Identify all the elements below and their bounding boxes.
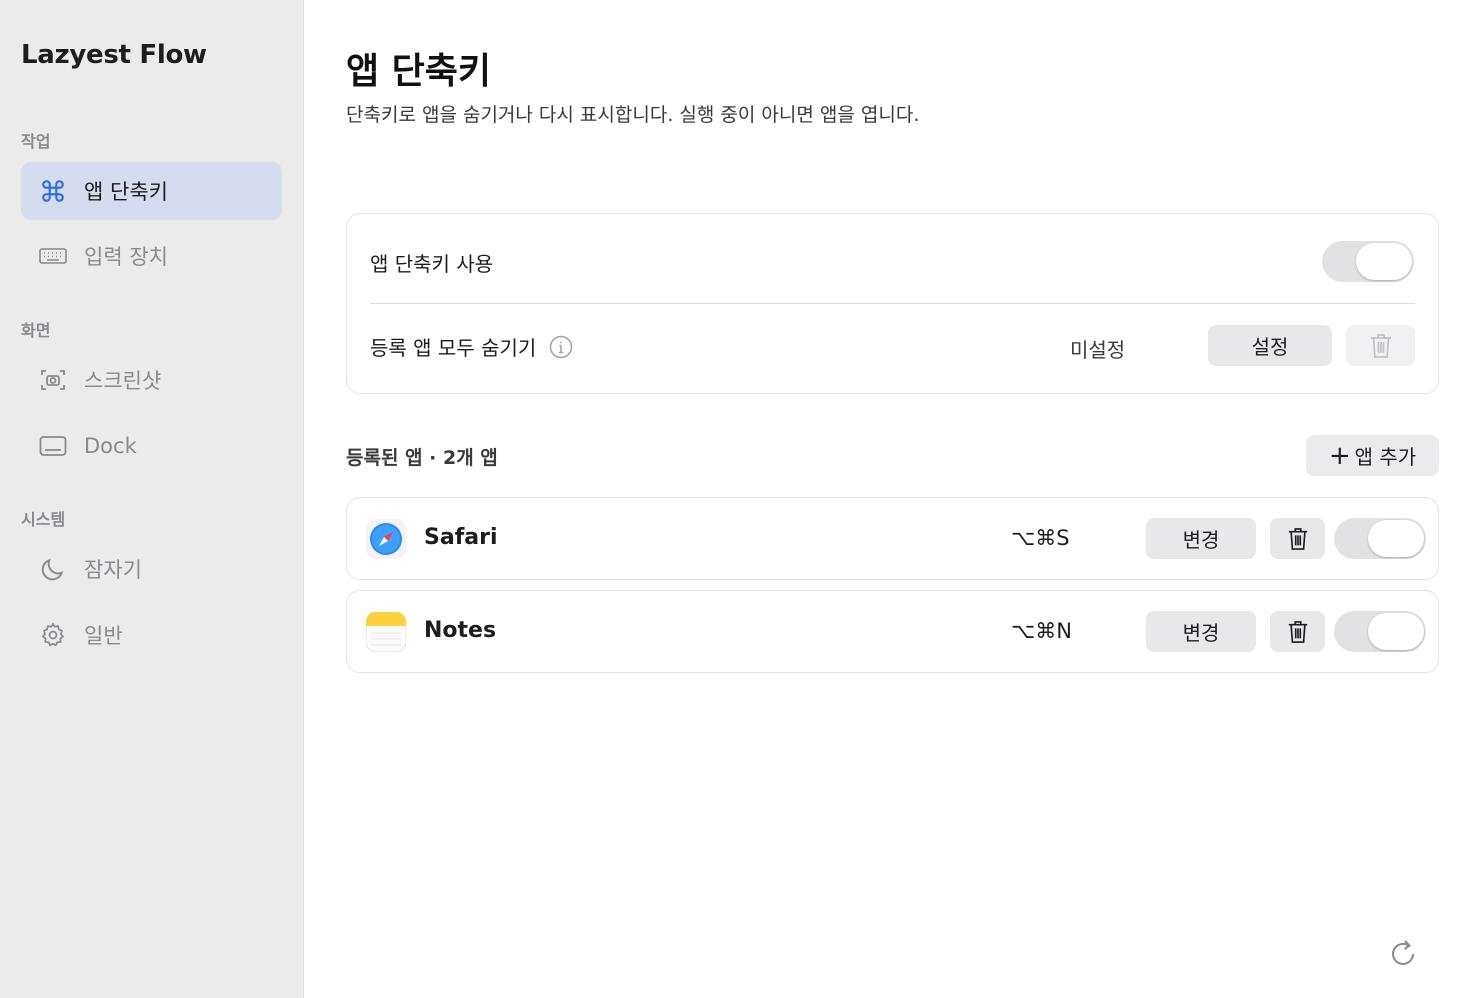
- sidebar-item-label: 앱 단축키: [84, 180, 168, 204]
- app-enable-toggle[interactable]: [1334, 518, 1426, 559]
- set-shortcut-button[interactable]: 설정: [1208, 325, 1332, 366]
- trash-icon: [1287, 526, 1309, 552]
- delete-app-button[interactable]: [1270, 518, 1325, 559]
- app-name: Safari: [424, 525, 498, 550]
- divider: [370, 303, 1415, 304]
- settings-card: 앱 단축키 사용 등록 앱 모두 숨기기 미설정 설정: [346, 213, 1439, 394]
- add-app-label: 앱 추가: [1354, 445, 1417, 469]
- enable-shortcuts-toggle[interactable]: [1322, 241, 1414, 282]
- enable-shortcuts-label: 앱 단축키 사용: [370, 252, 494, 276]
- command-icon: [39, 177, 67, 205]
- safari-icon: [366, 519, 406, 559]
- trash-icon: [1287, 619, 1309, 645]
- sidebar-item-dock[interactable]: Dock: [21, 417, 282, 475]
- hide-all-row: 등록 앱 모두 숨기기: [370, 332, 573, 361]
- section-label-system: 시스템: [21, 510, 66, 529]
- dock-icon: [39, 432, 67, 460]
- section-label-work: 작업: [21, 132, 51, 151]
- page-title: 앱 단축키: [346, 51, 492, 92]
- sidebar-item-general[interactable]: 일반: [21, 606, 282, 664]
- notes-icon: [365, 611, 407, 653]
- change-shortcut-button[interactable]: 변경: [1146, 518, 1256, 559]
- toggle-knob: [1368, 520, 1424, 557]
- toggle-knob: [1356, 243, 1412, 280]
- trash-icon: [1369, 332, 1393, 360]
- add-app-button[interactable]: + 앱 추가: [1306, 435, 1439, 476]
- sidebar-item-label: 잠자기: [84, 558, 142, 582]
- sidebar-item-label: 일반: [84, 624, 123, 648]
- sidebar-item-sleep[interactable]: 잠자기: [21, 540, 282, 598]
- sidebar-item-screenshot[interactable]: 스크린샷: [21, 351, 282, 409]
- hide-all-label: 등록 앱 모두 숨기기: [370, 336, 537, 360]
- plus-icon: +: [1328, 440, 1351, 471]
- section-label-screen: 화면: [21, 321, 51, 340]
- keyboard-icon: [39, 242, 67, 270]
- sidebar-item-label: Dock: [84, 434, 137, 458]
- screenshot-icon: [39, 366, 67, 394]
- app-shortcut: ⌥⌘S: [1011, 526, 1070, 550]
- app-title: Lazyest Flow: [21, 40, 207, 70]
- sidebar-item-input-devices[interactable]: 입력 장치: [21, 227, 282, 285]
- app-shortcut: ⌥⌘N: [1011, 619, 1072, 643]
- app-enable-toggle[interactable]: [1334, 611, 1426, 652]
- change-shortcut-button[interactable]: 변경: [1146, 611, 1256, 652]
- info-icon[interactable]: [549, 335, 573, 359]
- sidebar-item-label: 스크린샷: [84, 369, 162, 393]
- toggle-knob: [1368, 613, 1424, 650]
- moon-icon: [39, 555, 67, 583]
- app-row-notes: Notes ⌥⌘N 변경: [346, 590, 1439, 673]
- app-row-safari: Safari ⌥⌘S 변경: [346, 497, 1439, 580]
- sidebar: Lazyest Flow 작업 앱 단축키 입력 장치 화면 스크린샷 Dock…: [0, 0, 304, 998]
- delete-hide-all-button[interactable]: [1346, 325, 1415, 366]
- hide-all-value: 미설정: [1070, 338, 1126, 362]
- sidebar-item-app-shortcuts[interactable]: 앱 단축키: [21, 162, 282, 220]
- sidebar-item-label: 입력 장치: [84, 245, 168, 269]
- page-subtitle: 단축키로 앱을 숨기거나 다시 표시합니다. 실행 중이 아니면 앱을 엽니다.: [346, 104, 920, 126]
- refresh-icon[interactable]: [1388, 937, 1420, 969]
- registered-apps-header: 등록된 앱 · 2개 앱: [346, 447, 498, 469]
- app-name: Notes: [424, 618, 497, 643]
- gear-icon: [39, 621, 67, 649]
- delete-app-button[interactable]: [1270, 611, 1325, 652]
